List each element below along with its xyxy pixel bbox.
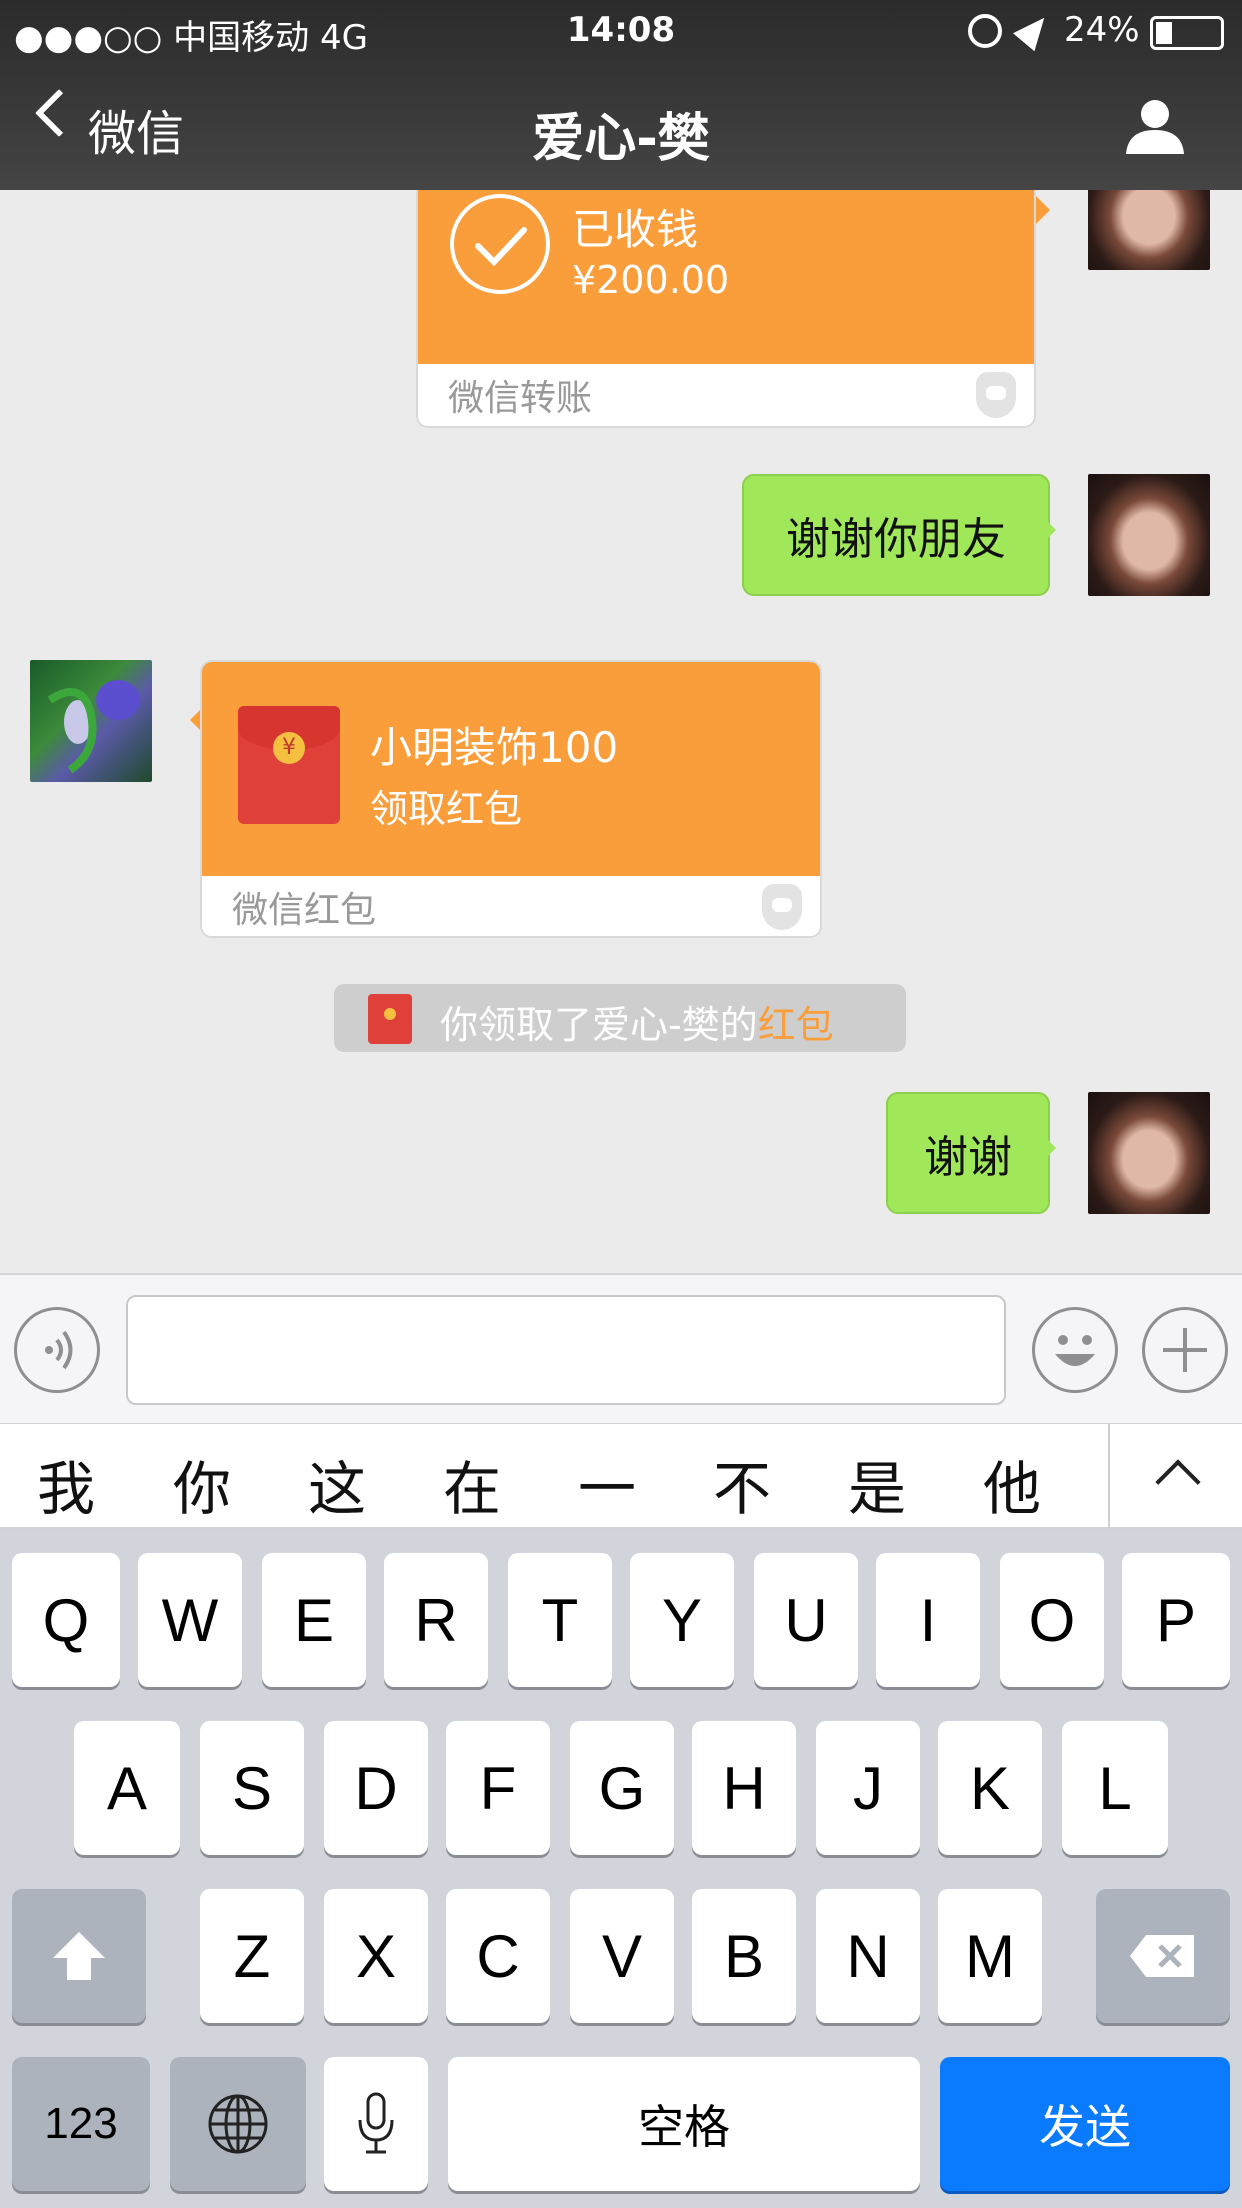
globe-icon bbox=[208, 2094, 268, 2154]
candidate-word[interactable]: 是 bbox=[827, 1442, 927, 1526]
red-packet-link[interactable]: 红包 bbox=[758, 1003, 834, 1047]
key-n[interactable]: N bbox=[816, 1889, 920, 2023]
rotation-lock-icon bbox=[968, 14, 1002, 48]
candidate-bar: 我 你 这 在 一 不 是 他 bbox=[0, 1423, 1242, 1529]
emoji-icon bbox=[1055, 1335, 1095, 1366]
avatar-self[interactable] bbox=[1088, 474, 1210, 596]
key-b[interactable]: B bbox=[692, 1889, 796, 2023]
red-packet-subtitle: 领取红包 bbox=[370, 787, 523, 831]
key-u[interactable]: U bbox=[754, 1553, 858, 1687]
clock: 14:08 bbox=[566, 10, 676, 50]
shift-icon bbox=[53, 1932, 105, 1980]
key-j[interactable]: J bbox=[816, 1721, 920, 1855]
numbers-key[interactable]: 123 bbox=[12, 2057, 150, 2191]
candidate-word[interactable]: 一 bbox=[557, 1442, 657, 1526]
red-packet-footer-label: 微信红包 bbox=[232, 890, 377, 931]
message-bubble[interactable]: 谢谢 bbox=[886, 1092, 1056, 1214]
candidate-word[interactable]: 在 bbox=[422, 1442, 522, 1526]
voice-icon bbox=[45, 1330, 73, 1370]
candidate-word[interactable]: 你 bbox=[152, 1442, 252, 1526]
system-notice-text: 你领取了爱心-樊的 bbox=[440, 1003, 758, 1047]
key-c[interactable]: C bbox=[446, 1889, 550, 2023]
key-v[interactable]: V bbox=[570, 1889, 674, 2023]
message-input[interactable] bbox=[126, 1295, 1006, 1405]
key-a[interactable]: A bbox=[74, 1721, 180, 1855]
avatar-self[interactable] bbox=[1088, 1092, 1210, 1214]
checkmark-icon bbox=[450, 194, 550, 294]
chevron-up-icon bbox=[1155, 1459, 1201, 1505]
mic-key[interactable] bbox=[324, 2057, 428, 2191]
key-t[interactable]: T bbox=[508, 1553, 612, 1687]
chat-title: 爱心-樊 bbox=[532, 109, 710, 169]
transfer-footer: 微信转账 bbox=[418, 364, 1034, 426]
plus-icon bbox=[1163, 1328, 1207, 1372]
red-packet-body: ¥ 小明装饰100 领取红包 bbox=[202, 662, 820, 876]
message-bubble[interactable]: 谢谢你朋友 bbox=[742, 474, 1056, 596]
key-g[interactable]: G bbox=[570, 1721, 674, 1855]
mic-icon bbox=[358, 2092, 394, 2154]
key-i[interactable]: I bbox=[876, 1553, 980, 1687]
key-y[interactable]: Y bbox=[630, 1553, 734, 1687]
plus-button[interactable] bbox=[1142, 1307, 1228, 1393]
expand-candidates-button[interactable] bbox=[1108, 1424, 1242, 1528]
candidate-word[interactable]: 我 bbox=[16, 1442, 116, 1526]
transfer-footer-label: 微信转账 bbox=[448, 378, 593, 419]
delete-key[interactable] bbox=[1096, 1889, 1230, 2023]
message-text: 谢谢 bbox=[924, 1132, 1012, 1183]
input-bar bbox=[0, 1273, 1242, 1423]
transfer-status: 已收钱 bbox=[572, 205, 699, 254]
transfer-card-body: 已收钱 ¥200.00 bbox=[418, 160, 1034, 364]
key-p[interactable]: P bbox=[1122, 1553, 1230, 1687]
shield-icon bbox=[762, 884, 802, 930]
red-packet-icon: ¥ bbox=[238, 706, 340, 824]
flower-avatar-image bbox=[47, 680, 140, 774]
key-e[interactable]: E bbox=[262, 1553, 366, 1687]
candidate-word[interactable]: 这 bbox=[287, 1442, 387, 1526]
top-bar: ●●●○○ 中国移动 4G 14:08 24% 微信 爱心-樊 bbox=[0, 0, 1242, 190]
delete-icon bbox=[1130, 1935, 1194, 1977]
candidate-word[interactable]: 不 bbox=[692, 1442, 792, 1526]
transfer-card[interactable]: 已收钱 ¥200.00 微信转账 bbox=[416, 160, 1036, 428]
red-packet-small-icon bbox=[368, 994, 412, 1044]
key-o[interactable]: O bbox=[1000, 1553, 1104, 1687]
system-notice: 你领取了爱心-樊的红包 bbox=[334, 984, 906, 1052]
send-key[interactable]: 发送 bbox=[940, 2057, 1230, 2191]
shift-key[interactable] bbox=[12, 1889, 146, 2023]
emoji-button[interactable] bbox=[1032, 1307, 1118, 1393]
avatar-friend[interactable] bbox=[30, 660, 152, 782]
red-packet-card[interactable]: ¥ 小明装饰100 领取红包 微信红包 bbox=[200, 660, 822, 938]
battery-icon bbox=[1150, 16, 1224, 50]
voice-button[interactable] bbox=[14, 1307, 100, 1393]
transfer-amount: ¥200.00 bbox=[572, 258, 730, 302]
key-d[interactable]: D bbox=[324, 1721, 428, 1855]
yuan-icon: ¥ bbox=[273, 732, 305, 764]
message-text: 谢谢你朋友 bbox=[786, 514, 1006, 565]
key-l[interactable]: L bbox=[1062, 1721, 1168, 1855]
key-x[interactable]: X bbox=[324, 1889, 428, 2023]
key-w[interactable]: W bbox=[138, 1553, 242, 1687]
key-s[interactable]: S bbox=[200, 1721, 304, 1855]
globe-key[interactable] bbox=[170, 2057, 306, 2191]
space-key[interactable]: 空格 bbox=[448, 2057, 920, 2191]
key-f[interactable]: F bbox=[446, 1721, 550, 1855]
key-q[interactable]: Q bbox=[12, 1553, 120, 1687]
key-k[interactable]: K bbox=[938, 1721, 1042, 1855]
red-packet-footer: 微信红包 bbox=[202, 876, 820, 936]
key-h[interactable]: H bbox=[692, 1721, 796, 1855]
red-packet-title: 小明装饰100 bbox=[370, 723, 619, 772]
shield-icon bbox=[976, 372, 1016, 418]
keyboard: Q W E R T Y U I O P A S D F G H J K L Z … bbox=[0, 1529, 1242, 2208]
key-z[interactable]: Z bbox=[200, 1889, 304, 2023]
bubble-tail bbox=[1036, 196, 1064, 224]
battery-percent: 24% bbox=[1064, 10, 1140, 50]
key-m[interactable]: M bbox=[938, 1889, 1042, 2023]
candidate-word[interactable]: 他 bbox=[962, 1442, 1062, 1526]
key-r[interactable]: R bbox=[384, 1553, 488, 1687]
profile-icon[interactable] bbox=[1124, 98, 1186, 154]
